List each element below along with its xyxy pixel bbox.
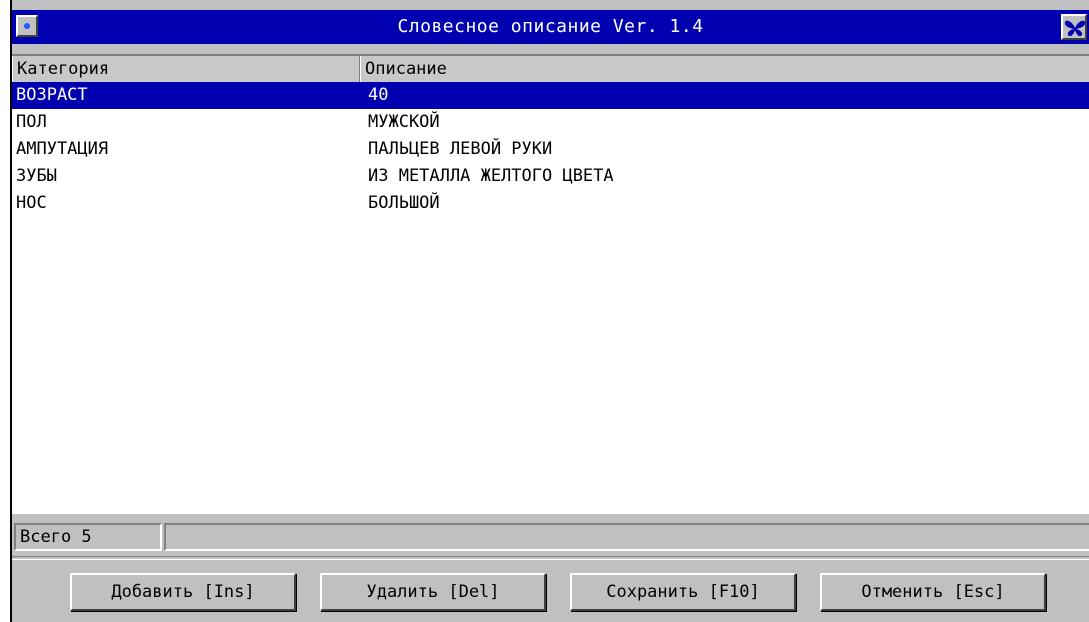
save-button[interactable]: Сохранить [F10] <box>570 573 796 611</box>
cancel-button[interactable]: Отменить [Esc] <box>820 573 1046 611</box>
app-window: Словесное описание Ver. 1.4 Категория Оп… <box>10 0 1089 622</box>
column-header-category[interactable]: Категория <box>12 56 360 82</box>
row-category: ВОЗРАСТ <box>16 85 88 105</box>
list-row[interactable]: ПОЛ МУЖСКОЙ <box>12 109 1089 136</box>
row-description: МУЖСКОЙ <box>368 112 440 132</box>
window-title: Словесное описание Ver. 1.4 <box>397 16 704 37</box>
status-bar: Всего 5 <box>12 520 1089 552</box>
add-button[interactable]: Добавить [Ins] <box>70 573 296 611</box>
list-row[interactable]: ВОЗРАСТ 40 <box>12 82 1089 109</box>
list-row[interactable]: НОС БОЛЬШОЙ <box>12 190 1089 217</box>
row-category: АМПУТАЦИЯ <box>16 139 109 159</box>
list-header: Категория Описание <box>12 56 1089 83</box>
row-description: 40 <box>368 85 389 105</box>
description-list[interactable]: Категория Описание ВОЗРАСТ 40 ПОЛ МУЖСКОЙ АМ… <box>12 54 1089 514</box>
row-category: ПОЛ <box>16 112 47 132</box>
divider <box>12 556 1089 560</box>
column-header-description[interactable]: Описание <box>360 56 1089 82</box>
row-description: ИЗ МЕТАЛЛА ЖЕЛТОГО ЦВЕТА <box>368 166 614 186</box>
list-row[interactable]: ЗУБЫ ИЗ МЕТАЛЛА ЖЕЛТОГО ЦВЕТА <box>12 163 1089 190</box>
row-category: ЗУБЫ <box>16 166 57 186</box>
row-category: НОС <box>16 193 47 213</box>
butterfly-icon <box>1061 14 1087 40</box>
title-bar[interactable]: Словесное описание Ver. 1.4 <box>12 10 1089 44</box>
record-count: Всего 5 <box>14 523 162 551</box>
list-row[interactable]: АМПУТАЦИЯ ПАЛЬЦЕВ ЛЕВОЙ РУКИ <box>12 136 1089 163</box>
status-panel <box>164 523 1089 551</box>
delete-button[interactable]: Удалить [Del] <box>320 573 546 611</box>
row-description: ПАЛЬЦЕВ ЛЕВОЙ РУКИ <box>368 139 553 159</box>
row-description: БОЛЬШОЙ <box>368 193 440 213</box>
